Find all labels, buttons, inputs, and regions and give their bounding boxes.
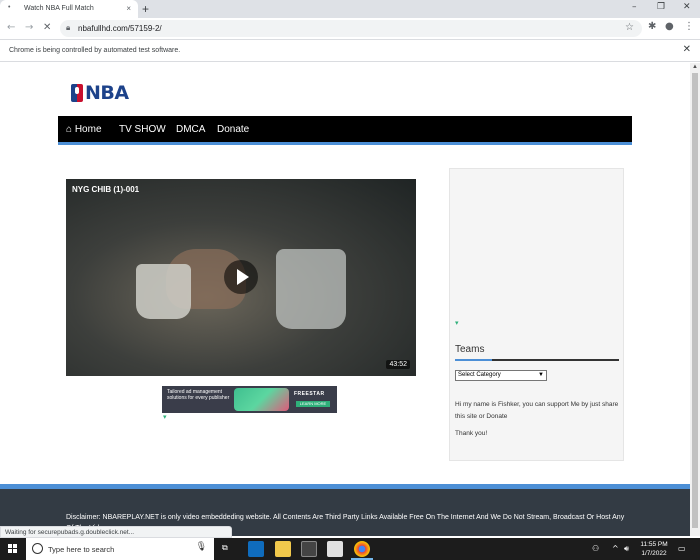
teams-heading: Teams <box>455 344 485 355</box>
new-tab-button[interactable]: + <box>142 2 149 16</box>
windows-start-icon[interactable] <box>8 544 18 554</box>
ad-brand: FREESTAR <box>294 391 325 397</box>
store-app-icon[interactable] <box>301 541 317 557</box>
nav-home[interactable]: ⌂ Home <box>66 124 102 135</box>
stop-loading-icon[interactable]: ✕ <box>43 22 51 33</box>
play-button[interactable] <box>224 260 258 294</box>
lock-icon[interactable]: 🔒︎ <box>66 23 70 33</box>
clock-date: 1/7/2022 <box>641 550 667 557</box>
menu-kebab-icon[interactable]: ⋮ <box>684 21 694 32</box>
people-icon[interactable]: ⚇ <box>592 544 599 553</box>
home-icon: ⌂ <box>66 124 73 135</box>
show-hidden-icons-icon[interactable]: ^ <box>612 544 619 553</box>
clock-time: 11:55 PM <box>640 541 668 548</box>
infobar-close-icon[interactable]: ✕ <box>683 44 691 55</box>
nav-donate[interactable]: Donate <box>217 124 249 135</box>
address-bar[interactable]: 🔒︎ nbafullhd.com/57159-2/ ☆ <box>60 20 642 37</box>
tab-close-icon[interactable]: × <box>126 4 131 13</box>
taskbar-search-box[interactable]: Type here to search 🎙︎ <box>26 538 214 560</box>
ad-marker-icon[interactable]: ▾ <box>163 413 167 421</box>
video-player[interactable]: NYG CHIB (1)-001 43:52 <box>66 179 416 376</box>
url-text[interactable]: nbafullhd.com/57159-2/ <box>78 24 162 33</box>
ad-text: Tailored ad management solutions for eve… <box>167 389 230 401</box>
edge-app-icon[interactable] <box>248 541 264 557</box>
ad-illustration <box>234 388 289 411</box>
tab-strip: • Watch NBA Full Match × + – ❐ ✕ <box>0 0 700 18</box>
logo-text: NBA <box>85 82 129 104</box>
banner-ad[interactable]: Tailored ad management solutions for eve… <box>162 386 337 413</box>
minimize-icon[interactable]: – <box>632 2 637 12</box>
heading-underline <box>455 359 619 361</box>
sidebar: ▾ Teams Select Category ▼ Hi my name is … <box>449 168 624 461</box>
bookmark-star-icon[interactable]: ☆ <box>625 22 634 33</box>
thanks-text: Thank you! <box>455 430 488 437</box>
browser-tab[interactable]: • Watch NBA Full Match × <box>0 0 138 18</box>
category-select-value: Select Category <box>458 372 501 378</box>
cortana-icon <box>32 543 43 554</box>
task-view-icon[interactable]: ⧉ <box>222 543 228 553</box>
scroll-up-icon[interactable]: ▲ <box>692 64 698 70</box>
notifications-icon[interactable]: ▭ <box>678 544 686 553</box>
chevron-down-icon: ▼ <box>538 372 544 378</box>
restore-icon[interactable]: ❐ <box>657 2 665 12</box>
forward-icon[interactable]: → <box>25 22 33 33</box>
window-close-icon[interactable]: ✕ <box>683 2 691 12</box>
back-icon[interactable]: ← <box>7 22 15 33</box>
tab-favicon-icon: • <box>8 4 11 11</box>
windows-taskbar: Type here to search 🎙︎ ⧉ ⚇ ^ 🔊︎ 11:55 PM… <box>0 538 700 560</box>
tab-title: Watch NBA Full Match <box>24 5 94 12</box>
site-logo[interactable]: NBA <box>71 82 129 104</box>
main-nav: ⌂ Home TV SHOW DMCA Donate <box>58 116 632 145</box>
microphone-icon[interactable]: 🎙︎ <box>196 542 207 552</box>
video-frame-glass <box>276 249 346 329</box>
nba-logo-icon <box>71 84 83 102</box>
video-duration: 43:52 <box>386 360 410 369</box>
nav-tv-show[interactable]: TV SHOW <box>119 124 166 135</box>
volume-icon[interactable]: 🔊︎ <box>624 544 629 554</box>
extensions-icon[interactable]: ✱ <box>648 21 656 32</box>
vertical-scrollbar[interactable]: ▲ <box>690 63 700 536</box>
chrome-app-icon[interactable] <box>351 541 373 560</box>
profile-icon[interactable]: ● <box>665 21 674 32</box>
sidebar-ad-marker-icon[interactable]: ▾ <box>455 319 459 327</box>
taskbar-search-placeholder: Type here to search <box>48 545 115 554</box>
page-viewport: NBA ⌂ Home TV SHOW DMCA Donate NYG CHIB … <box>0 63 690 536</box>
ad-learn-more-button[interactable]: LEARN MORE <box>296 401 330 407</box>
nav-home-label: Home <box>74 124 102 135</box>
browser-toolbar: ← → ✕ 🔒︎ nbafullhd.com/57159-2/ ☆ ✱ ● ⋮ <box>0 18 700 39</box>
video-title: NYG CHIB (1)-001 <box>72 185 140 194</box>
browser-status-bar: Waiting for securepubads.g.doubleclick.n… <box>0 526 232 538</box>
nav-dmca[interactable]: DMCA <box>176 124 205 135</box>
file-explorer-icon[interactable] <box>275 541 291 557</box>
about-text: Hi my name is Fishker, you can support M… <box>455 401 619 420</box>
category-select[interactable]: Select Category ▼ <box>455 370 547 381</box>
scrollbar-thumb[interactable] <box>692 73 698 528</box>
automation-infobar: Chrome is being controlled by automated … <box>0 39 700 62</box>
taskbar-clock[interactable]: 11:55 PM 1/7/2022 <box>637 540 671 558</box>
mail-app-icon[interactable] <box>327 541 343 557</box>
automation-notice: Chrome is being controlled by automated … <box>9 47 181 54</box>
video-frame-cup <box>136 264 191 319</box>
